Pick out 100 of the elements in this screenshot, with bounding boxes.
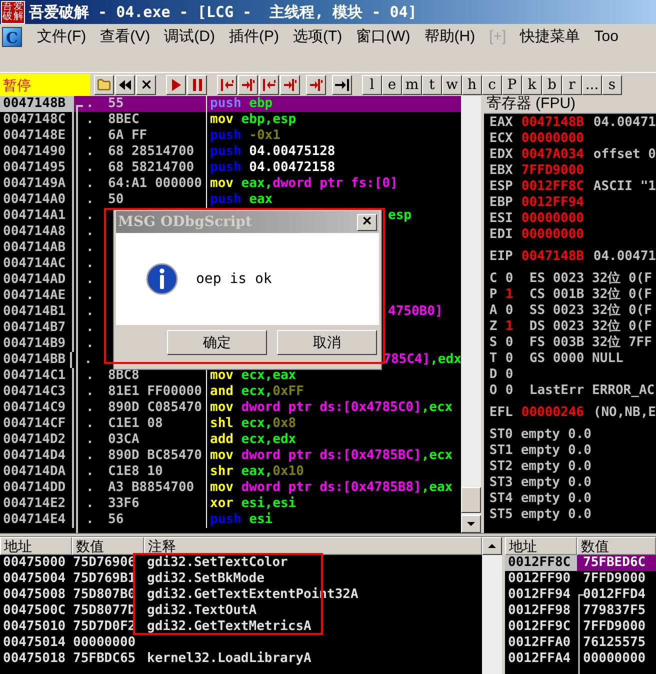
window-button[interactable]: t (422, 74, 442, 94)
window-button[interactable]: e (382, 74, 402, 94)
address-cell[interactable]: 0012FF9C (505, 619, 577, 635)
address-cell[interactable]: 00475004 (0, 571, 72, 587)
address-cell[interactable]: 004714C9 (0, 400, 72, 416)
close-button[interactable]: × (357, 214, 377, 230)
register-value[interactable]: 0012FF94 (521, 195, 594, 211)
window-button[interactable]: P (502, 74, 522, 94)
address-cell[interactable]: 004714C3 (0, 384, 72, 400)
register-value[interactable]: 00000246 (521, 405, 594, 421)
address-cell[interactable]: 004714E2 (0, 496, 72, 512)
register-value[interactable]: 0047A034 (521, 147, 594, 163)
toolbar-button[interactable] (306, 74, 326, 94)
address-cell[interactable]: 0012FF94 (505, 587, 577, 603)
toolbar-button[interactable] (259, 74, 279, 94)
address-cell[interactable]: 00475018 (0, 651, 72, 667)
address-cell[interactable]: 004714D4 (0, 448, 72, 464)
toolbar-button[interactable] (115, 74, 135, 94)
address-cell[interactable]: 00471495 (0, 160, 72, 176)
address-cell[interactable]: 00475014 (0, 635, 72, 651)
toolbar-button[interactable] (94, 74, 114, 94)
menu-item[interactable]: 快捷菜单 (513, 26, 588, 48)
register-value[interactable]: 0047148B (521, 249, 594, 265)
address-cell[interactable]: 004714D2 (0, 432, 72, 448)
address-cell[interactable]: 004714AB (0, 240, 72, 256)
toolbar-button[interactable] (238, 74, 258, 94)
window-button[interactable]: l (362, 74, 382, 94)
toolbar-button[interactable] (217, 74, 237, 94)
address-cell[interactable]: 004714DD (0, 480, 72, 496)
menu-item[interactable]: 选项(T) (286, 26, 350, 48)
flag-value[interactable]: 0 (505, 303, 530, 319)
toolbar-button[interactable] (136, 74, 156, 94)
toolbar-button[interactable] (280, 74, 300, 94)
window-button[interactable]: h (462, 74, 482, 94)
column-header[interactable]: 地址 (0, 537, 72, 555)
address-cell[interactable]: 0047148E (0, 128, 72, 144)
app-icon[interactable]: C (2, 27, 22, 47)
address-cell[interactable]: 004714B1 (0, 304, 72, 320)
address-cell[interactable]: 004714A8 (0, 224, 72, 240)
flag-value[interactable]: 1 (505, 319, 530, 335)
flag-value[interactable]: 0 (505, 351, 530, 367)
toolbar-button[interactable] (166, 74, 186, 94)
window-button[interactable]: ... (582, 74, 602, 94)
address-cell[interactable]: 00475000 (0, 555, 72, 571)
address-cell[interactable]: 004714AD (0, 272, 72, 288)
column-header[interactable]: 数值 (577, 537, 656, 555)
toolbar-button[interactable] (187, 74, 207, 94)
address-cell[interactable]: 0047148C (0, 112, 72, 128)
column-header[interactable]: 数值 (72, 537, 144, 555)
window-button[interactable]: r (562, 74, 582, 94)
address-cell[interactable]: 004714E4 (0, 512, 72, 528)
address-cell[interactable]: 0047500C (0, 603, 72, 619)
menu-item[interactable]: 文件(F) (30, 26, 94, 48)
scroll-up-button[interactable] (482, 537, 502, 555)
address-cell[interactable]: 0012FFA0 (505, 635, 577, 651)
address-cell[interactable]: 00471490 (0, 144, 72, 160)
address-cell[interactable]: 004714A1 (0, 208, 72, 224)
window-button[interactable]: c (482, 74, 502, 94)
address-cell[interactable]: 004714AC (0, 256, 72, 272)
scroll-thumb[interactable] (461, 487, 482, 513)
address-cell[interactable]: 0012FFA4 (505, 651, 577, 667)
address-cell[interactable]: 0047149A (0, 176, 72, 192)
address-cell[interactable]: 0012FF98 (505, 603, 577, 619)
flag-value[interactable]: 0 (505, 335, 530, 351)
register-value[interactable]: 00000000 (521, 131, 594, 147)
window-button[interactable]: w (442, 74, 462, 94)
flag-value[interactable]: 0 (505, 367, 530, 383)
address-cell[interactable]: 004714DA (0, 464, 72, 480)
window-button[interactable]: s (602, 74, 622, 94)
column-header[interactable]: 地址 (505, 537, 577, 555)
address-cell[interactable]: 0047148B (0, 96, 72, 112)
menu-item[interactable]: 调试(D) (157, 26, 222, 48)
flag-value[interactable]: 1 (505, 287, 530, 303)
flag-value[interactable]: 0 (505, 271, 530, 287)
scroll-down-button[interactable] (461, 515, 482, 533)
register-value[interactable]: 00000000 (521, 211, 594, 227)
register-value[interactable]: 7FFD9000 (521, 163, 594, 179)
address-cell[interactable]: 004714CF (0, 416, 72, 432)
address-cell[interactable]: 00475010 (0, 619, 72, 635)
address-cell[interactable]: 004714B9 (0, 336, 72, 352)
address-cell[interactable]: 004714B7 (0, 320, 72, 336)
register-value[interactable]: 0047148B (521, 115, 594, 131)
address-cell[interactable]: 00475008 (0, 587, 72, 603)
register-value[interactable]: 00000000 (521, 227, 594, 243)
address-cell[interactable]: 004714C1 (0, 368, 72, 384)
dialog-button[interactable]: 确定 (167, 330, 267, 355)
flag-value[interactable]: 0 (505, 383, 530, 399)
menu-item[interactable]: 帮助(H) (417, 26, 482, 48)
address-cell[interactable]: 0012FF8C (505, 555, 577, 571)
menu-item[interactable]: 窗口(W) (349, 26, 418, 48)
toolbar-button[interactable] (332, 74, 352, 94)
address-cell[interactable]: 004714AE (0, 288, 72, 304)
scrollbar[interactable] (482, 537, 502, 674)
dialog-button[interactable]: 取消 (277, 330, 377, 355)
window-button[interactable]: m (402, 74, 422, 94)
address-cell[interactable]: 004714BB (0, 352, 70, 368)
menu-item[interactable]: Too (587, 26, 626, 48)
window-button[interactable]: b (542, 74, 562, 94)
window-button[interactable]: k (522, 74, 542, 94)
menu-item[interactable]: 查看(V) (93, 26, 158, 48)
